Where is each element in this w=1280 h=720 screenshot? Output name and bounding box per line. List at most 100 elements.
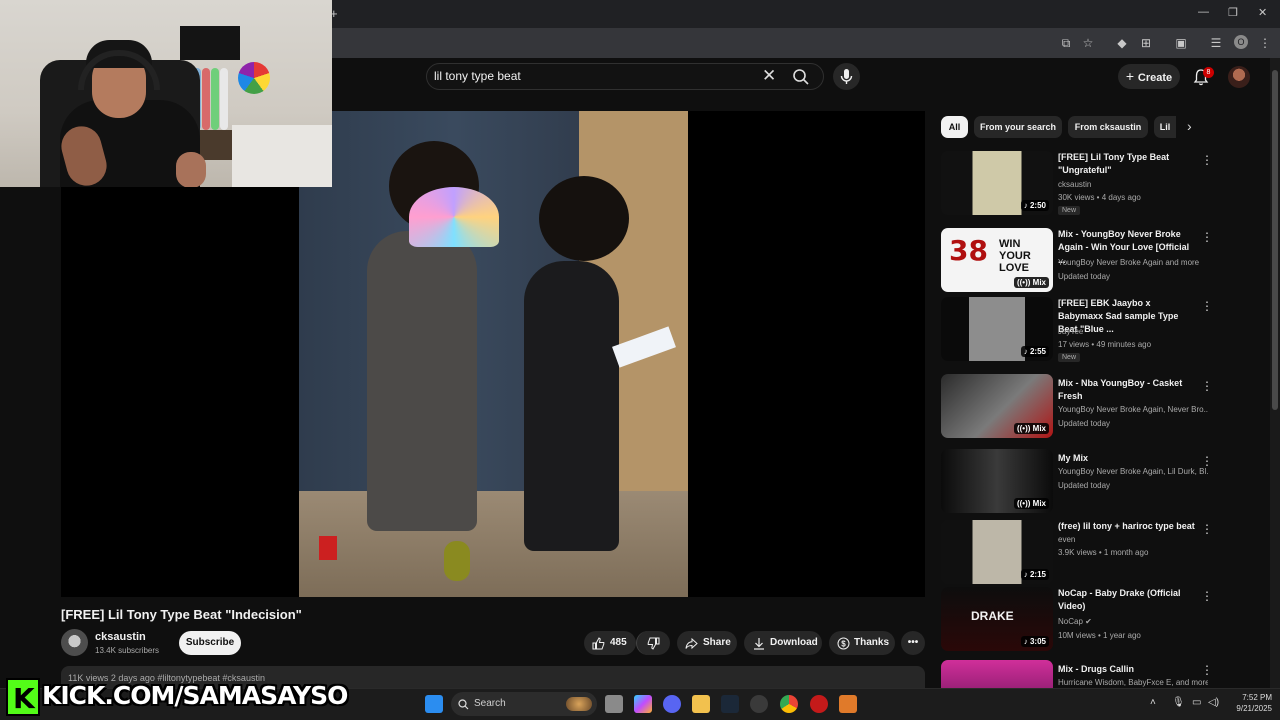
related-title: (free) lil tony + hariroc type beat (1058, 521, 1195, 531)
related-channel: even (1058, 535, 1076, 544)
minimize-button[interactable]: — (1198, 6, 1209, 18)
tray-chevron-icon[interactable]: ˄ (1150, 697, 1156, 708)
clock-date: 9/21/2025 (1236, 704, 1272, 713)
video-thumbnail: DRAKE ♪ 3:05 (941, 587, 1053, 651)
mix-badge: ((•)) Mix (1013, 498, 1049, 509)
duration-badge: ♪ 3:05 (1020, 636, 1049, 647)
chip-from-cksaustin[interactable]: From cksaustin (1068, 116, 1148, 138)
extension-diamond-icon[interactable]: ◆ (1114, 35, 1130, 51)
more-dots-icon: ••• (907, 637, 919, 648)
related-meta: 3.9K views • 1 month ago (1058, 548, 1149, 557)
clear-search-icon[interactable]: ✕ (762, 66, 776, 86)
chip-from-your-search[interactable]: From your search (974, 116, 1062, 138)
video-thumbnail (941, 660, 1053, 688)
thumb-text-win-your-love: WIN YOUR LOVE (999, 238, 1031, 274)
browser-profile-avatar[interactable]: O (1234, 35, 1248, 49)
close-window-button[interactable]: ✕ (1258, 6, 1267, 19)
file-explorer-icon[interactable] (692, 695, 710, 713)
thumbs-up-icon (592, 637, 605, 650)
taskbar-clock[interactable]: 7:52 PM 9/21/2025 (1230, 692, 1272, 714)
related-meta: Updated today (1058, 481, 1111, 490)
video-thumbnail: 38 WIN YOUR LOVE ((•)) Mix (941, 228, 1053, 292)
volume-icon[interactable]: ◁) (1208, 697, 1219, 708)
task-view-icon[interactable] (605, 695, 623, 713)
opera-icon[interactable] (810, 695, 828, 713)
new-badge: New (1058, 353, 1081, 362)
related-video[interactable]: ♪ 2:50 [FREE] Lil Tony Type Beat "Ungrat… (941, 151, 1271, 217)
more-actions-button[interactable]: ••• (901, 631, 925, 655)
related-video[interactable]: DRAKE ♪ 3:05 NoCap - Baby Drake (Officia… (941, 587, 1271, 653)
mix-badge: ((•)) Mix (1013, 277, 1049, 288)
notification-count-badge: 8 (1203, 67, 1214, 78)
app-icon[interactable] (750, 695, 768, 713)
bookmark-star-icon[interactable]: ☆ (1080, 35, 1096, 51)
app-icon-orange[interactable] (839, 695, 857, 713)
media-control-icon[interactable]: ▣ (1173, 35, 1189, 51)
related-title: NoCap - Baby Drake (Official Video) (1058, 588, 1181, 611)
discord-icon[interactable] (663, 695, 681, 713)
chrome-icon[interactable] (780, 695, 798, 713)
network-icon[interactable]: ▭ (1192, 697, 1201, 708)
kebab-menu-icon[interactable]: ⋮ (1201, 299, 1213, 313)
related-channel: cksaustin (1058, 180, 1092, 189)
subscribe-button[interactable]: Subscribe (179, 631, 241, 655)
chip-lil[interactable]: Lil (1154, 116, 1176, 138)
clock-time: 7:52 PM (1242, 693, 1272, 702)
browser-menu-icon[interactable]: ⋮ (1257, 35, 1273, 51)
kebab-menu-icon[interactable]: ⋮ (1201, 454, 1213, 468)
voice-search-button[interactable] (833, 63, 860, 90)
thanks-label: Thanks (854, 637, 890, 648)
related-video[interactable]: ♪ 2:55 [FREE] EBK Jaaybo x Babymaxx Sad … (941, 297, 1271, 363)
taskbar-search-label: Search (474, 698, 506, 709)
copilot-icon[interactable] (634, 695, 652, 713)
related-video[interactable]: ((•)) Mix My Mix YoungBoy Never Broke Ag… (941, 449, 1271, 515)
duration-badge: ♪ 2:50 (1020, 200, 1049, 211)
related-meta: 17 views • 49 minutes ago (1058, 340, 1152, 349)
related-video[interactable]: Mix - Drugs Callin Hurricane Wisdom, Bab… (941, 660, 1271, 688)
extensions-puzzle-icon[interactable]: ⊞ (1138, 35, 1154, 51)
chip-all[interactable]: All (941, 116, 968, 138)
streamer-webcam-overlay (0, 0, 332, 187)
channel-name[interactable]: cksaustin (95, 631, 146, 643)
thanks-button[interactable]: $ Thanks (829, 631, 895, 655)
install-app-icon[interactable]: ⧉ (1058, 35, 1074, 51)
windows-start-icon[interactable] (425, 695, 443, 713)
share-button[interactable]: Share (677, 631, 737, 655)
related-meta: Updated today (1058, 272, 1111, 281)
super-thanks-icon: $ (837, 637, 850, 650)
video-title: [FREE] Lil Tony Type Beat "Indecision" (61, 607, 302, 622)
kebab-menu-icon[interactable]: ⋮ (1201, 589, 1213, 603)
related-channel: Hurricane Wisdom, BabyFxce E, and more (1058, 678, 1208, 687)
microphone-tray-icon[interactable]: 🎙 (1172, 697, 1185, 708)
kebab-menu-icon[interactable]: ⋮ (1201, 522, 1213, 536)
related-video[interactable]: 38 WIN YOUR LOVE ((•)) Mix Mix - YoungBo… (941, 228, 1271, 294)
channel-avatar[interactable] (61, 629, 88, 656)
reading-list-icon[interactable]: ☰ (1208, 35, 1224, 51)
thumb-text-drake: DRAKE (971, 609, 1014, 623)
kebab-menu-icon[interactable]: ⋮ (1201, 379, 1213, 393)
download-label: Download (770, 637, 818, 648)
video-frame-image (299, 111, 688, 597)
dislike-button[interactable] (636, 631, 670, 655)
steam-icon[interactable] (721, 695, 739, 713)
chevron-right-icon[interactable]: › (1187, 118, 1192, 134)
kebab-menu-icon[interactable]: ⋮ (1201, 663, 1213, 677)
search-icon[interactable] (792, 68, 810, 86)
related-title: Mix - Drugs Callin (1058, 664, 1135, 674)
like-button[interactable]: 485 (584, 631, 636, 655)
scrollbar-thumb[interactable] (1272, 70, 1278, 410)
svg-text:$: $ (841, 640, 846, 649)
video-thumbnail: ((•)) Mix (941, 374, 1053, 438)
search-query-text: lil tony type beat (434, 69, 521, 83)
related-video[interactable]: ((•)) Mix Mix - Nba YoungBoy - Casket Fr… (941, 374, 1271, 440)
weather-widget-icon[interactable] (566, 697, 592, 711)
kick-channel-url: KICK.COM/SAMASAYSO (42, 681, 348, 710)
create-button[interactable]: + Create (1118, 64, 1180, 89)
kebab-menu-icon[interactable]: ⋮ (1201, 153, 1213, 167)
kebab-menu-icon[interactable]: ⋮ (1201, 230, 1213, 244)
related-title: Mix - Nba YoungBoy - Casket Fresh (1058, 378, 1183, 401)
download-button[interactable]: Download (744, 631, 822, 655)
related-video[interactable]: ♪ 2:15 (free) lil tony + hariroc type be… (941, 520, 1271, 586)
account-avatar[interactable] (1228, 66, 1250, 88)
maximize-button[interactable]: ❐ (1228, 6, 1238, 19)
